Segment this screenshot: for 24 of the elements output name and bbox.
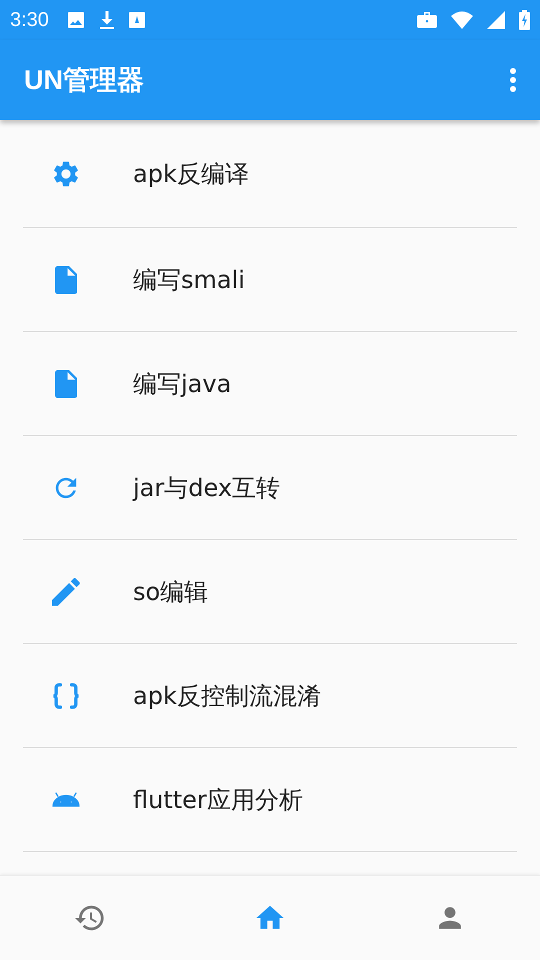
battery-icon (519, 10, 530, 30)
menu-list-item[interactable]: jar与dex互转 (23, 436, 517, 540)
more-options-icon[interactable] (510, 68, 516, 92)
braces-icon (52, 682, 80, 710)
download-icon (98, 11, 115, 29)
document-icon (54, 370, 78, 398)
wifi-icon (451, 11, 473, 29)
image-icon (66, 11, 85, 29)
pencil-icon (52, 578, 80, 606)
settings-icon (52, 160, 80, 188)
menu-list-item[interactable]: flutter应用分析 (23, 748, 517, 852)
notification-icon (128, 12, 145, 28)
menu-list-item[interactable]: apk反编译 (23, 120, 517, 228)
document-icon (54, 266, 78, 294)
app-title: UN管理器 (24, 64, 145, 97)
menu-list-item[interactable]: apk反控制流混淆 (23, 644, 517, 748)
status-time: 3:30 (10, 8, 49, 32)
signal-icon (487, 11, 505, 29)
android-icon (52, 792, 80, 808)
menu-list-item[interactable]: 编写java (23, 332, 517, 436)
menu-list-item[interactable]: 编写smali (23, 228, 517, 332)
menu-list-item[interactable]: so编辑 (23, 540, 517, 644)
briefcase-icon (417, 12, 437, 28)
history-icon (75, 903, 105, 933)
